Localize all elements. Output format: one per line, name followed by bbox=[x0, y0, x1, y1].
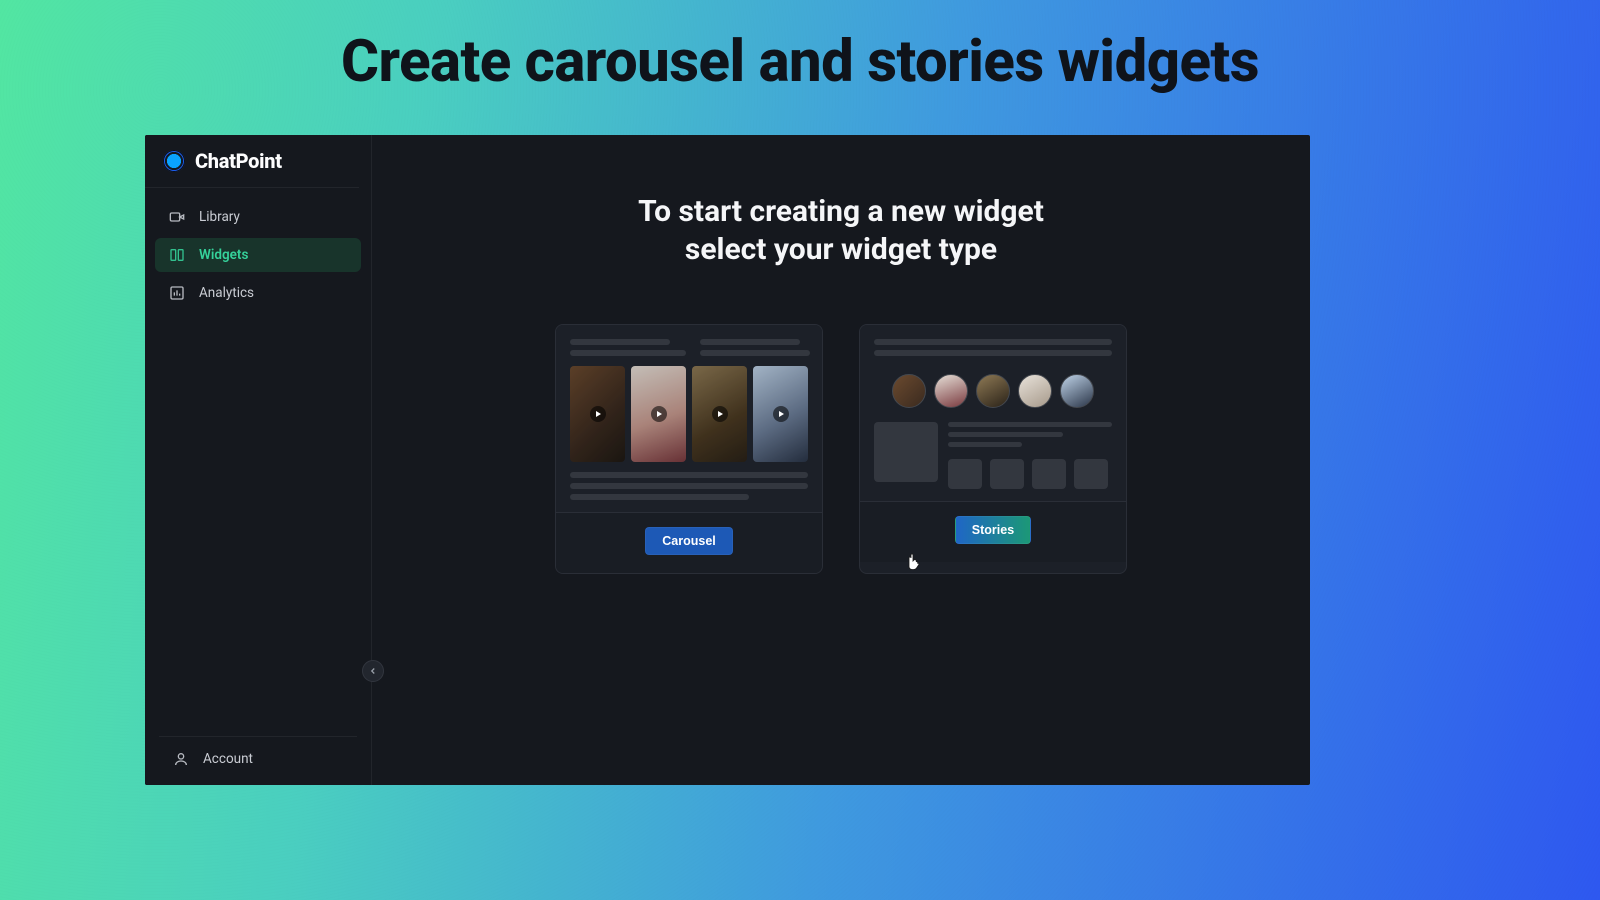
play-icon bbox=[712, 406, 728, 422]
widget-card-stories[interactable]: Stories bbox=[859, 324, 1127, 574]
carousel-thumb bbox=[631, 366, 686, 462]
play-icon bbox=[590, 406, 606, 422]
sidebar: ChatPoint Library Widgets Analytics bbox=[145, 135, 372, 785]
stories-button[interactable]: Stories bbox=[955, 516, 1031, 544]
stories-preview bbox=[860, 325, 1126, 501]
carousel-thumb bbox=[570, 366, 625, 462]
brand-name: ChatPoint bbox=[195, 149, 282, 173]
sidebar-item-label: Widgets bbox=[199, 247, 248, 263]
sidebar-nav: Library Widgets Analytics bbox=[145, 188, 371, 322]
sidebar-bottom: Account bbox=[159, 736, 357, 785]
carousel-preview bbox=[556, 325, 822, 512]
story-avatar bbox=[1060, 374, 1094, 408]
brand: ChatPoint bbox=[145, 135, 359, 188]
sidebar-item-label: Analytics bbox=[199, 285, 254, 301]
main-content: To start creating a new widget select yo… bbox=[372, 135, 1310, 785]
play-icon bbox=[651, 406, 667, 422]
sidebar-item-widgets[interactable]: Widgets bbox=[155, 238, 361, 272]
carousel-thumb bbox=[753, 366, 808, 462]
sidebar-item-account[interactable]: Account bbox=[159, 737, 357, 785]
sidebar-item-library[interactable]: Library bbox=[155, 200, 361, 234]
widgets-icon bbox=[169, 247, 185, 263]
carousel-button[interactable]: Carousel bbox=[645, 527, 733, 555]
account-label: Account bbox=[203, 751, 253, 767]
story-avatar bbox=[934, 374, 968, 408]
story-avatar bbox=[1018, 374, 1052, 408]
sidebar-item-analytics[interactable]: Analytics bbox=[155, 276, 361, 310]
chart-icon bbox=[169, 285, 185, 301]
widget-type-cards: Carousel bbox=[372, 324, 1310, 574]
card-footer: Carousel bbox=[556, 512, 822, 573]
widget-card-carousel[interactable]: Carousel bbox=[555, 324, 823, 574]
carousel-thumb bbox=[692, 366, 747, 462]
card-footer: Stories bbox=[860, 501, 1126, 562]
page-heading: To start creating a new widget select yo… bbox=[372, 193, 1310, 268]
sidebar-item-label: Library bbox=[199, 209, 240, 225]
collapse-sidebar-button[interactable] bbox=[362, 660, 384, 682]
story-avatar bbox=[892, 374, 926, 408]
user-icon bbox=[173, 751, 189, 767]
play-icon bbox=[773, 406, 789, 422]
app-window: ChatPoint Library Widgets Analytics bbox=[145, 135, 1310, 785]
frame-title: Create carousel and stories widgets bbox=[0, 0, 1600, 96]
story-avatar bbox=[976, 374, 1010, 408]
brand-logo-icon bbox=[163, 150, 185, 172]
video-icon bbox=[169, 209, 185, 225]
